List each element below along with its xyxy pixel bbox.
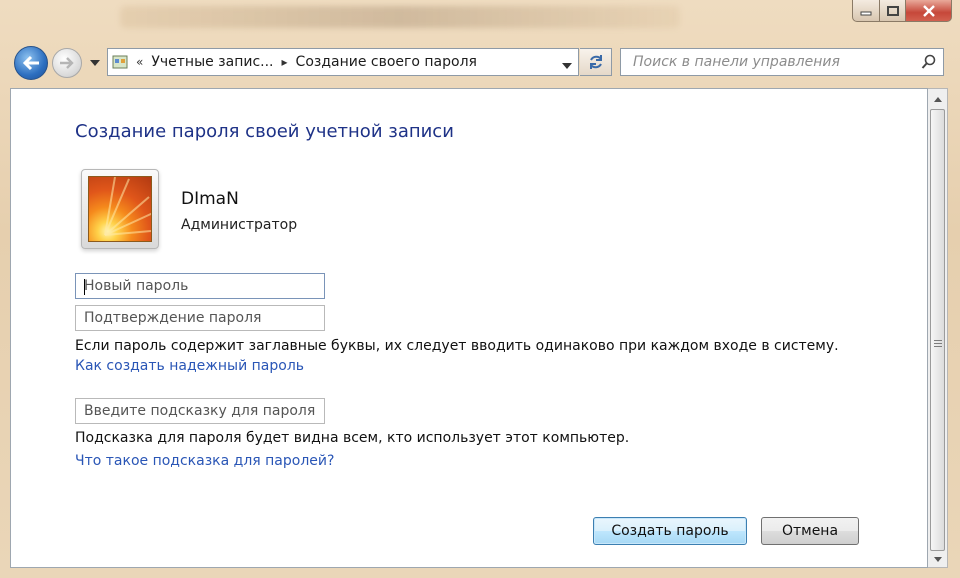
minimize-icon (860, 11, 872, 15)
text-caret (84, 279, 85, 295)
scroll-down-icon[interactable] (931, 552, 945, 566)
password-hint-field[interactable]: Введите подсказку для пароля (75, 398, 325, 424)
confirm-password-field[interactable]: Подтверждение пароля (75, 305, 325, 331)
recent-pages-dropdown[interactable] (88, 56, 102, 70)
user-role: Администратор (181, 217, 298, 233)
strong-password-link[interactable]: Как создать надежный пароль (75, 358, 304, 374)
maximize-button[interactable] (880, 0, 906, 22)
search-icon[interactable] (921, 54, 937, 74)
close-icon (922, 4, 935, 17)
new-password-placeholder: Новый пароль (84, 278, 189, 294)
password-hint-placeholder: Введите подсказку для пароля (84, 403, 316, 419)
control-panel-icon (108, 49, 132, 75)
caption-buttons (852, 0, 952, 22)
breadcrumb-create-password[interactable]: Создание своего пароля (296, 54, 477, 70)
what-is-hint-link[interactable]: Что такое подсказка для паролей? (75, 453, 334, 469)
breadcrumb-overflow-icon[interactable]: « (136, 55, 143, 69)
vertical-scrollbar[interactable] (928, 88, 948, 568)
confirm-password-placeholder: Подтверждение пароля (84, 310, 262, 326)
address-bar[interactable]: « Учетные запис... ▸ Создание своего пар… (107, 48, 579, 76)
refresh-icon (589, 55, 602, 69)
window-frame: « Учетные запис... ▸ Создание своего пар… (0, 0, 960, 578)
search-placeholder: Поиск в панели управления (633, 54, 840, 70)
close-button[interactable] (906, 0, 952, 22)
search-input[interactable]: Поиск в панели управления (620, 48, 944, 76)
create-password-button[interactable]: Создать пароль (593, 517, 747, 545)
cancel-button[interactable]: Отмена (761, 517, 859, 545)
breadcrumb-accounts[interactable]: Учетные запис... (151, 54, 273, 70)
avatar (81, 169, 159, 249)
window-title-blur (120, 6, 680, 28)
new-password-field[interactable]: Новый пароль (75, 273, 325, 299)
page-title: Создание пароля своей учетной записи (75, 121, 454, 142)
forward-button[interactable] (52, 48, 82, 78)
content-pane: Создание пароля своей учетной записи DIm… (10, 88, 928, 568)
refresh-button[interactable] (580, 48, 612, 76)
case-sensitivity-note: Если пароль содержит заглавные буквы, их… (75, 338, 839, 354)
address-dropdown-icon[interactable] (562, 57, 572, 73)
breadcrumb-separator-icon[interactable]: ▸ (282, 55, 288, 69)
scroll-up-icon[interactable] (931, 92, 945, 106)
hint-visibility-note: Подсказка для пароля будет видна всем, к… (75, 430, 630, 446)
user-picture (88, 176, 152, 242)
restore-icon (886, 5, 899, 16)
forward-arrow-icon (60, 57, 74, 69)
chevron-down-icon (90, 60, 100, 66)
scrollbar-grip (934, 340, 942, 349)
scrollbar-thumb[interactable] (930, 109, 945, 551)
back-arrow-icon (22, 55, 39, 71)
minimize-button[interactable] (852, 0, 880, 22)
back-button[interactable] (14, 46, 48, 80)
flower-picture-icon (104, 177, 151, 236)
user-name: DImaN (181, 189, 239, 209)
